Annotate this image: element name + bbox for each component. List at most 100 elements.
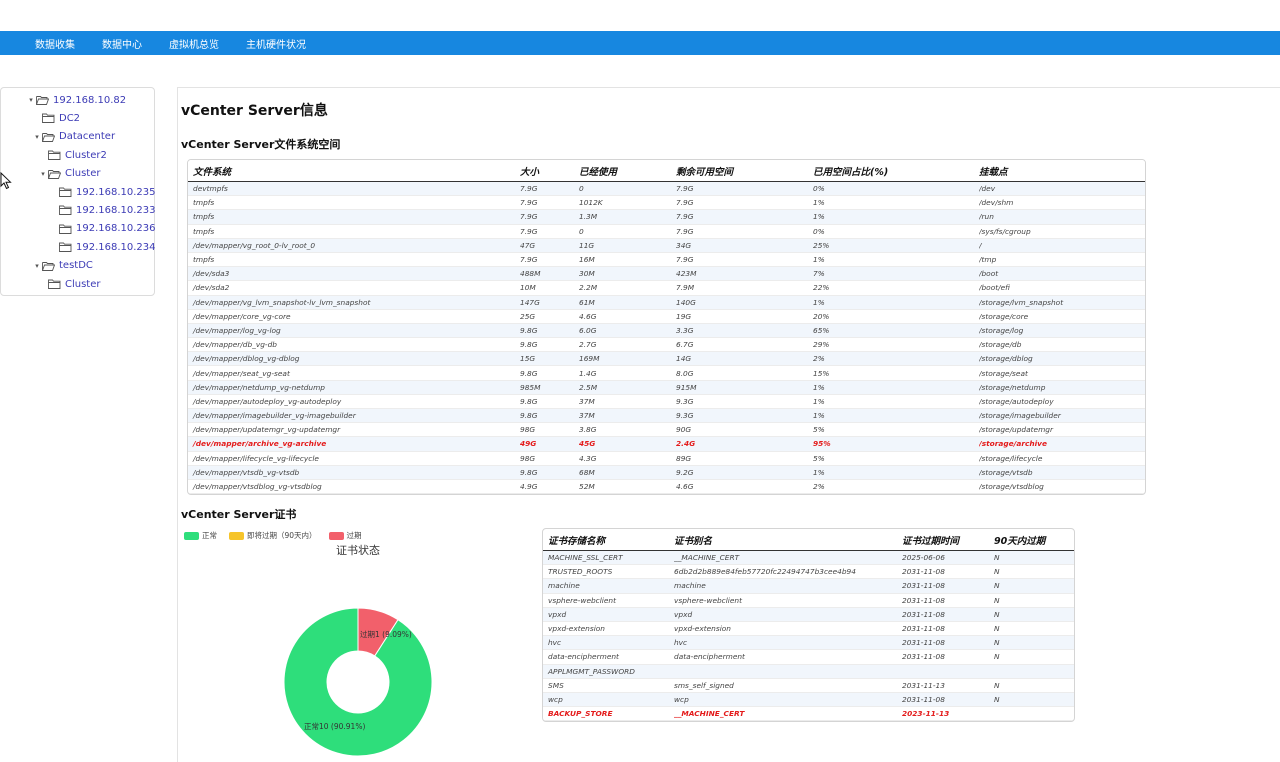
fs-cell-available: 6.7G	[676, 340, 694, 350]
fs-cell-use-percent: 5%	[813, 453, 825, 463]
fs-cell-filesystem: tmpfs	[193, 226, 215, 236]
tree-node[interactable]: 192.168.10.236	[50, 221, 156, 237]
caret-down-icon[interactable]: ▾	[33, 133, 41, 141]
cert-header-expiry[interactable]: 证书过期时间	[902, 533, 994, 547]
fs-cell-used: 1.3M	[579, 212, 598, 222]
tree-node-label: 192.168.10.234	[76, 241, 156, 253]
cert-cell-alias: __MACHINE_CERT	[674, 709, 745, 719]
table-row: /dev/mapper/dblog_vg-dblog 15G 169M 14G 2% /s…	[188, 352, 1145, 367]
nav-data-collection[interactable]: 数据收集	[35, 36, 75, 51]
fs-cell-size: 49G	[520, 439, 537, 449]
fs-cell-size: 7.9G	[520, 255, 538, 265]
cert-section-title: vCenter Server证书	[181, 508, 297, 521]
fs-header-use-percent[interactable]: 已用空间占比(%)	[813, 164, 979, 178]
cert-cell-expiring-90: N	[994, 652, 1000, 662]
fs-cell-mount: /storage/db	[979, 340, 1022, 350]
fs-cell-mount: /storage/archive	[979, 439, 1047, 449]
chart-legend: 正常 即将过期（90天内） 过期	[184, 530, 374, 541]
fs-cell-size: 15G	[520, 354, 536, 364]
fs-cell-mount: /storage/lvm_snapshot	[979, 297, 1064, 307]
tree-node[interactable]: DC2	[33, 110, 80, 126]
fs-cell-mount: /storage/lifecycle	[979, 453, 1043, 463]
cert-cell-store: vsphere-webclient	[548, 595, 616, 605]
caret-down-icon[interactable]: ▾	[33, 262, 41, 270]
cert-cell-alias: 6db2d2b889e84feb57720fc22494747b3cee4b94	[674, 567, 856, 577]
table-row: tmpfs 7.9G 1012K 7.9G 1% /dev/shm	[188, 196, 1145, 211]
caret-down-icon[interactable]: ▾	[27, 96, 35, 104]
cert-header-store[interactable]: 证书存储名称	[543, 533, 674, 547]
fs-cell-mount: /storage/vtsdblog	[979, 482, 1044, 492]
fs-cell-mount: /storage/core	[979, 311, 1029, 321]
fs-cell-used: 52M	[579, 482, 595, 492]
fs-cell-used: 16M	[579, 255, 595, 265]
tree-node[interactable]: Cluster	[39, 276, 101, 292]
tree-node-label: 192.168.10.82	[53, 94, 127, 106]
table-row: /dev/mapper/db_vg-db 9.8G 2.7G 6.7G 29% /stor…	[188, 338, 1145, 353]
tree-node[interactable]: Cluster2	[39, 147, 107, 163]
nav-host-hardware[interactable]: 主机硬件状况	[246, 36, 306, 51]
tree-node[interactable]: 192.168.10.234	[50, 239, 156, 255]
fs-header-filesystem[interactable]: 文件系统	[188, 164, 520, 178]
tree-node-label: 192.168.10.233	[76, 204, 156, 216]
tree-node-label: DC2	[59, 112, 81, 124]
fs-cell-size: 488M	[520, 269, 541, 279]
fs-cell-available: 7.9G	[676, 184, 694, 194]
tree-node[interactable]: ▾ Datacenter	[33, 129, 115, 145]
fs-cell-mount: /storage/autodeploy	[979, 396, 1054, 406]
cert-cell-store: vpxd	[548, 609, 567, 619]
fs-cell-size: 25G	[520, 311, 536, 321]
table-row: /dev/mapper/updatemgr_vg-updatemgr 98G 3.8…	[188, 423, 1145, 438]
fs-cell-filesystem: /dev/mapper/seat_vg-seat	[193, 368, 290, 378]
fs-header-used[interactable]: 已经使用	[579, 164, 676, 178]
pie-data-label: 正常10 (90.91%)	[304, 722, 365, 731]
folder-open-icon	[36, 95, 49, 105]
mouse-cursor-icon	[0, 172, 12, 190]
cert-cell-alias: vpxd	[674, 609, 693, 619]
fs-cell-used: 61M	[579, 297, 595, 307]
nav-datacenter[interactable]: 数据中心	[102, 36, 142, 51]
tree-node[interactable]: ▾ 192.168.10.82	[27, 92, 126, 108]
fs-cell-used: 169M	[579, 354, 600, 364]
legend-item-expiring[interactable]: 即将过期（90天内）	[229, 530, 317, 541]
tree-node[interactable]: 192.168.10.233	[50, 202, 156, 218]
table-row: tmpfs 7.9G 16M 7.9G 1% /tmp	[188, 253, 1145, 268]
cert-header-expiring-90[interactable]: 90天内过期	[994, 533, 1074, 547]
fs-cell-use-percent: 1%	[813, 467, 825, 477]
tree-node[interactable]: ▾ Cluster	[39, 166, 100, 182]
fs-cell-available: 34G	[676, 240, 692, 250]
table-row: MACHINE_SSL_CERT __MACHINE_CERT 2025-06-06…	[543, 551, 1074, 566]
fs-cell-available: 7.9G	[676, 226, 694, 236]
tree-node[interactable]: ▾ testDC	[33, 258, 93, 274]
caret-down-icon[interactable]: ▾	[39, 170, 47, 178]
folder-icon	[48, 279, 61, 289]
inventory-tree: ▾ 192.168.10.82 DC2 ▾ Datacenter Cluster2 ▾ Clu…	[0, 87, 156, 296]
nav-vm-overview[interactable]: 虚拟机总览	[169, 36, 219, 51]
cert-cell-expiring-90: N	[994, 609, 1000, 619]
legend-item-normal[interactable]: 正常	[184, 530, 217, 541]
fs-cell-use-percent: 20%	[813, 311, 830, 321]
fs-cell-mount: /storage/updatemgr	[979, 425, 1054, 435]
cert-cell-store: data-encipherment	[548, 652, 619, 662]
fs-cell-used: 4.6G	[579, 311, 597, 321]
legend-label-normal: 正常	[202, 531, 217, 540]
fs-cell-used: 11G	[579, 240, 595, 250]
tree-node[interactable]: 192.168.10.235	[50, 184, 156, 200]
fs-cell-available: 423M	[676, 269, 697, 279]
fs-header-available[interactable]: 剩余可用空间	[676, 164, 813, 178]
fs-cell-size: 7.9G	[520, 184, 538, 194]
folder-icon	[59, 187, 72, 197]
fs-cell-size: 9.8G	[520, 411, 538, 421]
fs-header-mount[interactable]: 挂载点	[979, 164, 1139, 178]
table-row: /dev/mapper/vtsdb_vg-vtsdb 9.8G 68M 9.2G 1% /…	[188, 465, 1145, 480]
cert-header-alias[interactable]: 证书别名	[674, 533, 902, 547]
legend-item-expired[interactable]: 过期	[328, 530, 362, 541]
fs-cell-filesystem: /dev/mapper/vtsdb_vg-vtsdb	[193, 467, 300, 477]
fs-cell-size: 7.9G	[520, 212, 538, 222]
table-row: /dev/sda3 488M 30M 423M 7% /boot	[188, 267, 1145, 282]
tree-node-label: Cluster	[65, 278, 101, 290]
table-row: /dev/mapper/vg_root_0-lv_root_0 47G 11G 34G…	[188, 238, 1145, 253]
fs-cell-available: 14G	[676, 354, 692, 364]
fs-header-size[interactable]: 大小	[520, 164, 579, 178]
fs-cell-use-percent: 2%	[813, 482, 825, 492]
fs-cell-size: 7.9G	[520, 226, 538, 236]
